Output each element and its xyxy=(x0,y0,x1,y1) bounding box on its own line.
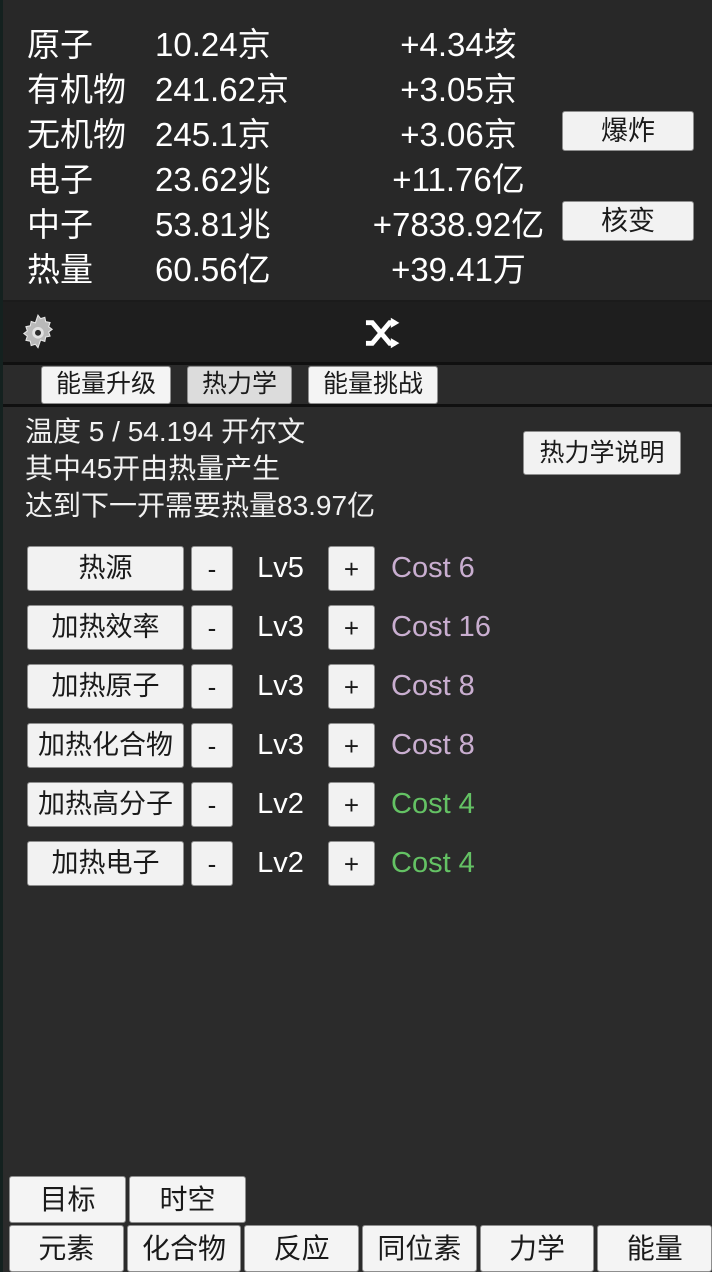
nav-reactions[interactable]: 反应 xyxy=(244,1225,360,1272)
increment-button[interactable]: + xyxy=(328,841,375,886)
upgrade-row: 加热电子 - Lv2 + Cost 4 xyxy=(3,834,712,893)
upgrade-name-button[interactable]: 加热化合物 xyxy=(27,723,184,768)
upgrade-cost: Cost 16 xyxy=(391,611,491,643)
decrement-button[interactable]: - xyxy=(191,723,233,768)
fusion-button[interactable]: 核变 xyxy=(562,201,694,241)
upgrade-name-button[interactable]: 加热电子 xyxy=(27,841,184,886)
resource-value: 60.56亿 xyxy=(155,251,271,288)
upgrade-row: 加热原子 - Lv3 + Cost 8 xyxy=(3,657,712,716)
upgrade-name-button[interactable]: 加热高分子 xyxy=(27,782,184,827)
resource-value: 241.62京 xyxy=(155,71,289,108)
bottom-nav-row-primary: 目标 时空 xyxy=(3,1176,712,1223)
decrement-button[interactable]: - xyxy=(191,782,233,827)
upgrade-row: 加热高分子 - Lv2 + Cost 4 xyxy=(3,775,712,834)
explode-button[interactable]: 爆炸 xyxy=(562,111,694,151)
nav-elements[interactable]: 元素 xyxy=(9,1225,124,1272)
increment-button[interactable]: + xyxy=(328,546,375,591)
upgrade-row: 加热化合物 - Lv3 + Cost 8 xyxy=(3,716,712,775)
upgrade-level: Lv2 xyxy=(257,788,304,820)
nav-mechanics[interactable]: 力学 xyxy=(479,1225,595,1272)
resource-panel: 原子 10.24京 +4.34垓 有机物 241.62京 +3.05京 无机物 … xyxy=(3,0,712,300)
resource-name: 热量 xyxy=(27,251,93,288)
decrement-button[interactable]: - xyxy=(191,841,233,886)
upgrade-cost: Cost 6 xyxy=(391,552,475,584)
upgrade-name-button[interactable]: 加热原子 xyxy=(27,664,184,709)
tab-energy-challenge[interactable]: 能量挑战 xyxy=(308,365,439,404)
decrement-button[interactable]: - xyxy=(191,664,233,709)
nav-isotopes[interactable]: 同位素 xyxy=(362,1225,477,1272)
thermodynamics-help-button[interactable]: 热力学说明 xyxy=(523,431,681,475)
upgrade-cost: Cost 8 xyxy=(391,670,475,702)
game-screen: 原子 10.24京 +4.34垓 有机物 241.62京 +3.05京 无机物 … xyxy=(0,0,712,1272)
bottom-navigation: 目标 时空 元素 化合物 反应 同位素 力学 能量 xyxy=(3,1176,712,1272)
increment-button[interactable]: + xyxy=(328,723,375,768)
upgrade-level: Lv5 xyxy=(257,552,304,584)
resource-name: 无机物 xyxy=(27,116,126,153)
resource-value: 53.81兆 xyxy=(155,206,271,243)
increment-button[interactable]: + xyxy=(328,664,375,709)
resource-row: 热量 60.56亿 +39.41万 xyxy=(3,243,712,288)
increment-button[interactable]: + xyxy=(328,605,375,650)
upgrade-level: Lv2 xyxy=(257,847,304,879)
upgrade-cost: Cost 4 xyxy=(391,847,475,879)
resource-delta: +11.76亿 xyxy=(392,161,525,198)
shuffle-icon[interactable] xyxy=(361,314,401,352)
upgrade-row: 热源 - Lv5 + Cost 6 xyxy=(3,539,712,598)
resource-value: 23.62兆 xyxy=(155,161,271,198)
upgrade-name-button[interactable]: 加热效率 xyxy=(27,605,184,650)
upgrade-name-button[interactable]: 热源 xyxy=(27,546,184,591)
resource-name: 中子 xyxy=(27,206,93,243)
bottom-nav-row-secondary: 元素 化合物 反应 同位素 力学 能量 xyxy=(3,1225,712,1272)
tab-thermodynamics[interactable]: 热力学 xyxy=(187,365,293,404)
thermodynamics-info: 温度 5 / 54.194 开尔文 其中45开由热量产生 达到下一开需要热量83… xyxy=(3,407,712,528)
resource-delta: +4.34垓 xyxy=(400,26,517,63)
upgrade-cost: Cost 8 xyxy=(391,729,475,761)
resource-row: 电子 23.62兆 +11.76亿 xyxy=(3,153,712,198)
gear-icon[interactable] xyxy=(17,312,59,354)
decrement-button[interactable]: - xyxy=(191,605,233,650)
resource-name: 原子 xyxy=(27,26,93,63)
upgrade-level: Lv3 xyxy=(257,670,304,702)
upgrade-level: Lv3 xyxy=(257,729,304,761)
nav-compounds[interactable]: 化合物 xyxy=(126,1225,242,1272)
resource-name: 有机物 xyxy=(27,71,126,108)
upgrade-level: Lv3 xyxy=(257,611,304,643)
nav-goals[interactable]: 目标 xyxy=(9,1176,126,1223)
nav-spacetime[interactable]: 时空 xyxy=(129,1176,246,1223)
nav-energy[interactable]: 能量 xyxy=(597,1225,712,1272)
tab-bar: 能量升级 热力学 能量挑战 xyxy=(3,362,712,407)
icon-bar xyxy=(3,300,712,362)
tab-energy-upgrade[interactable]: 能量升级 xyxy=(41,365,172,404)
resource-row: 有机物 241.62京 +3.05京 xyxy=(3,63,712,108)
upgrade-cost: Cost 4 xyxy=(391,788,475,820)
resource-delta: +39.41万 xyxy=(391,251,526,288)
resource-value: 10.24京 xyxy=(155,26,271,63)
resource-name: 电子 xyxy=(27,161,93,198)
resource-value: 245.1京 xyxy=(155,116,271,153)
next-kelvin-line: 达到下一开需要热量83.97亿 xyxy=(25,490,376,521)
increment-button[interactable]: + xyxy=(328,782,375,827)
upgrade-list: 热源 - Lv5 + Cost 6 加热效率 - Lv3 + Cost 16 加… xyxy=(3,539,712,893)
upgrade-row: 加热效率 - Lv3 + Cost 16 xyxy=(3,598,712,657)
resource-row: 原子 10.24京 +4.34垓 xyxy=(3,18,712,63)
decrement-button[interactable]: - xyxy=(191,546,233,591)
resource-delta: +3.05京 xyxy=(400,71,517,108)
